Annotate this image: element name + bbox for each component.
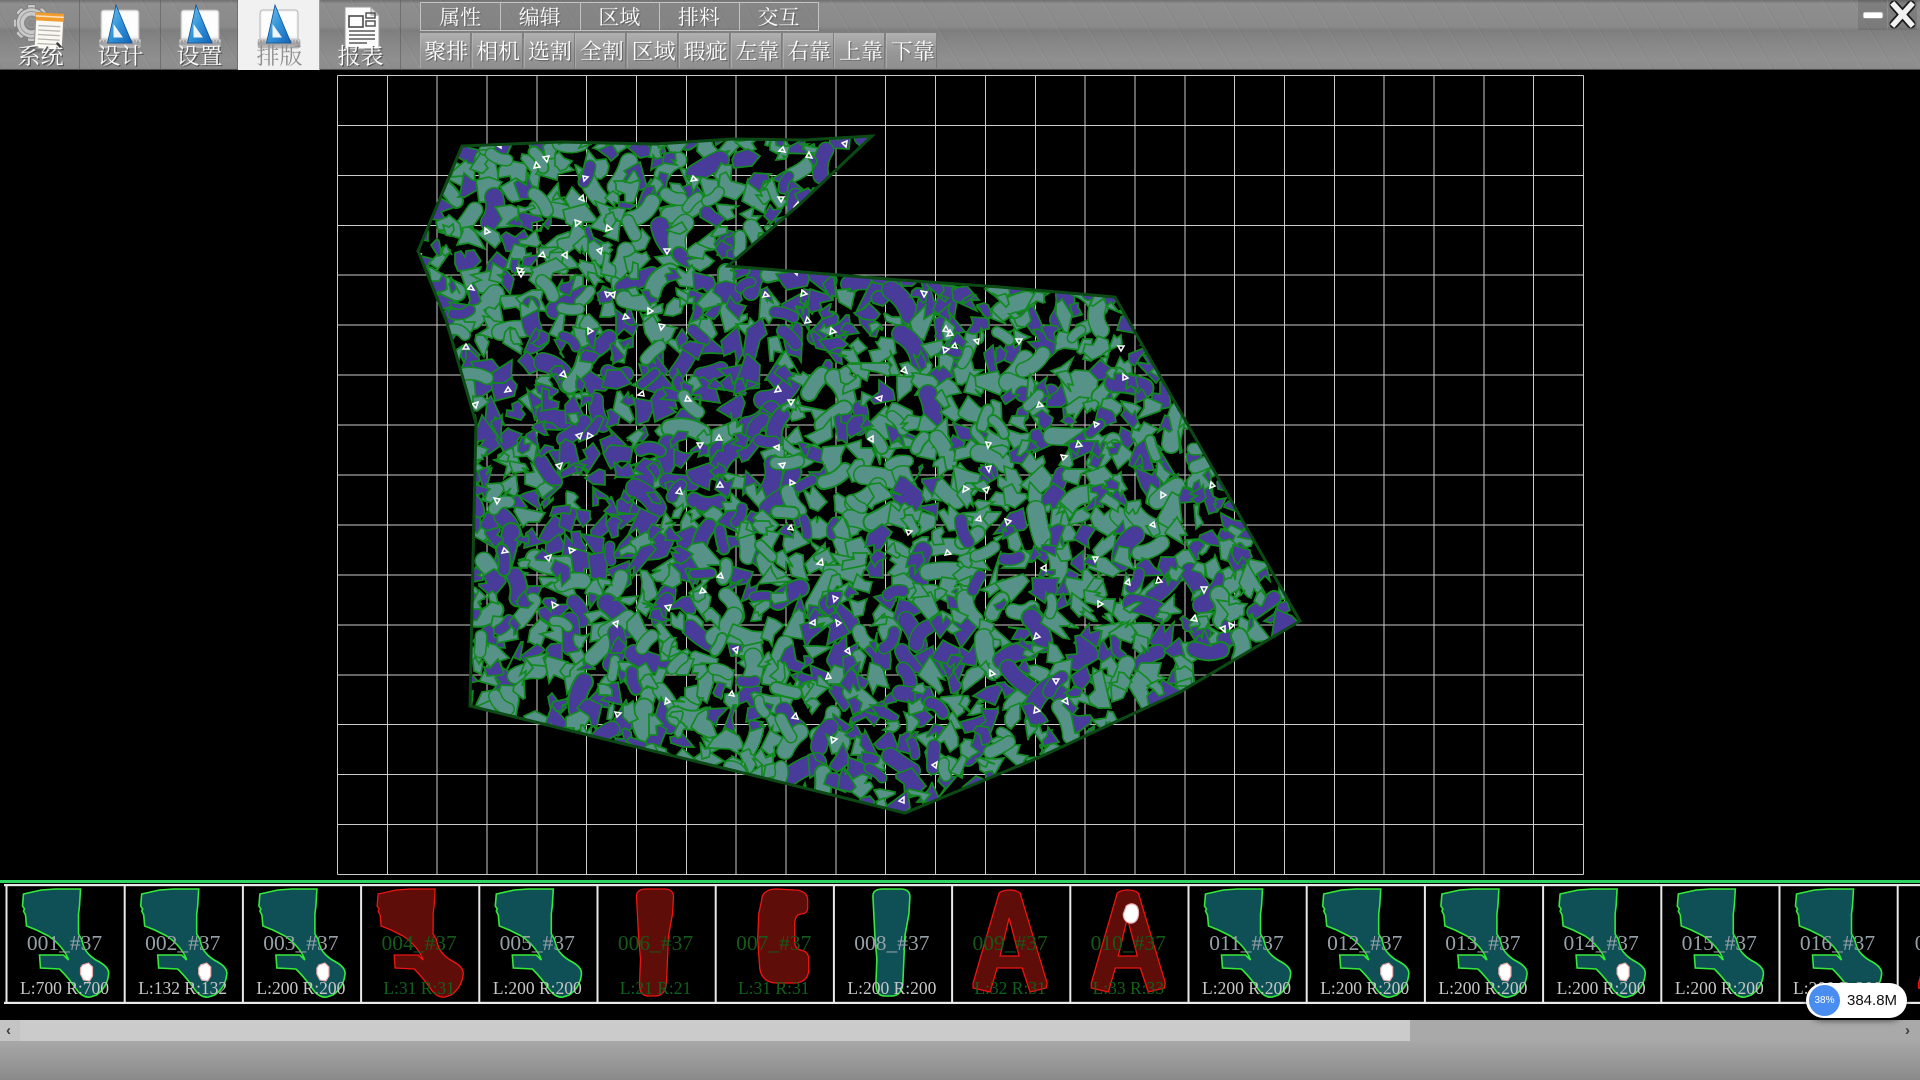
- svg-text:L:200 R:200: L:200 R:200: [256, 978, 345, 998]
- svg-text:L:200 R:200: L:200 R:200: [493, 978, 582, 998]
- svg-text:016_#37: 016_#37: [1800, 931, 1876, 955]
- svg-text:L:21 R:21: L:21 R:21: [620, 978, 691, 998]
- svg-text:L:200 R:200: L:200 R:200: [1438, 978, 1527, 998]
- svg-text:L:33 R:33: L:33 R:33: [1093, 978, 1165, 998]
- svg-text:L:200 R:200: L:200 R:200: [1675, 978, 1764, 998]
- svg-text:L:200 R:200: L:200 R:200: [1557, 978, 1646, 998]
- svg-text:005_#37: 005_#37: [500, 931, 576, 955]
- svg-text:0: 0: [1915, 931, 1920, 955]
- svg-text:L:32 R:31: L:32 R:31: [974, 978, 1045, 998]
- svg-text:002_#37: 002_#37: [145, 931, 221, 955]
- svg-text:L:132 R:132: L:132 R:132: [138, 978, 227, 998]
- svg-text:008_#37: 008_#37: [854, 931, 930, 955]
- svg-text:010_#37: 010_#37: [1091, 931, 1167, 955]
- svg-text:006_#37: 006_#37: [618, 931, 694, 955]
- svg-text:013_#37: 013_#37: [1445, 931, 1521, 955]
- svg-text:L:200 R:200: L:200 R:200: [1320, 978, 1409, 998]
- svg-text:L:31 R:31: L:31 R:31: [738, 978, 809, 998]
- svg-text:014_#37: 014_#37: [1563, 931, 1639, 955]
- svg-text:012_#37: 012_#37: [1327, 931, 1403, 955]
- svg-text:L:200 R:200: L:200 R:200: [847, 978, 936, 998]
- svg-text:004_#37: 004_#37: [381, 931, 457, 955]
- svg-text:011_#37: 011_#37: [1209, 931, 1284, 955]
- svg-text:L:200 R:200: L:200 R:200: [1202, 978, 1291, 998]
- svg-text:001_#37: 001_#37: [27, 931, 103, 955]
- svg-text:007_#37: 007_#37: [736, 931, 812, 955]
- svg-text:L:700 R:700: L:700 R:700: [20, 978, 109, 998]
- svg-text:L:31 R:31: L:31 R:31: [383, 978, 454, 998]
- svg-text:009_#37: 009_#37: [972, 931, 1048, 955]
- svg-text:003_#37: 003_#37: [263, 931, 339, 955]
- svg-text:015_#37: 015_#37: [1682, 931, 1758, 955]
